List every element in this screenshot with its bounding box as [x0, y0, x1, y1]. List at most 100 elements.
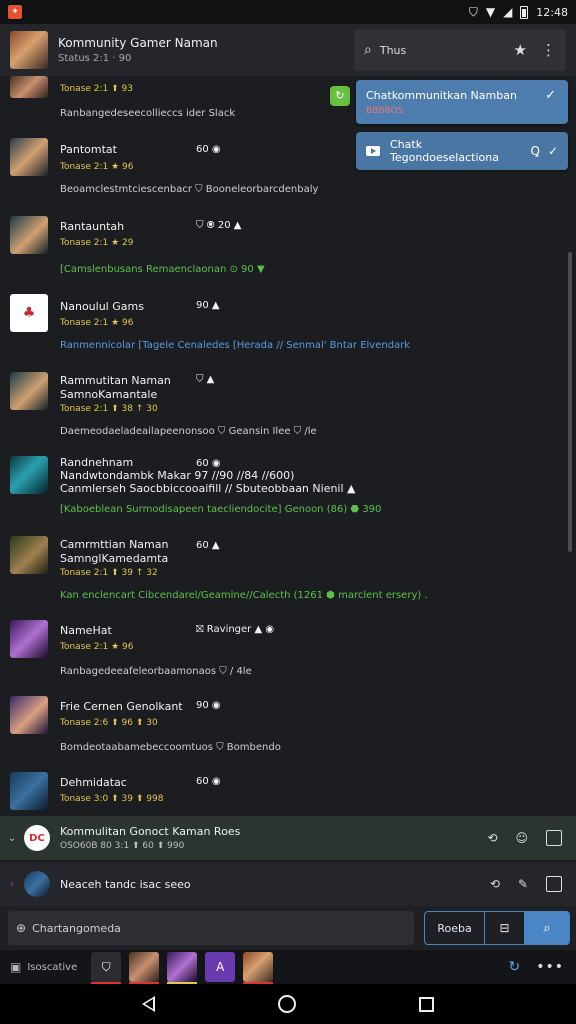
taskbar-label: Isoscative: [27, 961, 78, 973]
taskbar-app-avatar[interactable]: [129, 952, 160, 985]
search-icon: ⌕: [364, 42, 372, 58]
conversation-title: Kommulitan Gonoct Kaman Roes: [60, 825, 241, 838]
avatar: [10, 456, 48, 494]
header-subtitle: Status 2:1 · 90: [58, 53, 132, 64]
row-meta: Tonase 2:1 ★ 96: [60, 318, 134, 328]
header-avatar[interactable]: [10, 31, 48, 69]
row-message: Ranbangedeseecollieccs ider Slack: [60, 108, 236, 119]
action-segment: Roeba ⊟ ⌕: [424, 911, 570, 945]
conversation-row[interactable]: › Neaceh tandc isac seeo ⟲ ✎: [0, 862, 576, 906]
wifi-icon: ▼: [485, 5, 496, 19]
taskbar-app-arc[interactable]: A: [205, 952, 236, 982]
avatar: [10, 696, 48, 734]
row-stat: ⛉ ⦿ 20 ▲: [196, 220, 242, 231]
row-meta: Tonase 2:1 ⬆ 39 ↑ 32: [60, 568, 158, 578]
row-meta: Tonase 3:0 ⬆ 39 ⬆ 998: [60, 794, 164, 804]
status-green-icon[interactable]: ↻: [330, 86, 350, 106]
more-vert-icon[interactable]: ⋮: [541, 41, 556, 59]
chevron-down-icon[interactable]: ⌄: [0, 833, 24, 844]
row-name: Dehmidatac: [60, 776, 127, 789]
app-window: ✦ ⛉ ▼ ◢ 12:48 Kommunity Gamer Naman Stat…: [0, 0, 576, 1024]
scrollbar[interactable]: [568, 252, 572, 552]
reply-icon[interactable]: ⟲: [490, 877, 500, 891]
row-meta: Tonase 2:1 ★ 96: [60, 642, 134, 652]
avatar: [10, 620, 48, 658]
row-stat: ⛝ Ravinger ▲ ◉: [196, 624, 275, 635]
reply-icon[interactable]: ⟲: [487, 831, 497, 845]
list-item[interactable]: Randnehnam Nandwtondambk Makar 97 //90 /…: [0, 452, 576, 532]
header-title: Kommunity Gamer Naman: [58, 36, 218, 50]
row-name: Rantauntah: [60, 220, 125, 233]
segment-label-button[interactable]: Roeba: [425, 912, 485, 944]
status-bar: ✦ ⛉ ▼ ◢ 12:48: [0, 0, 576, 24]
chevron-right-icon[interactable]: ›: [0, 879, 24, 890]
emoji-icon[interactable]: ☺: [515, 831, 528, 845]
back-icon[interactable]: [141, 996, 155, 1012]
row-name: Camrmttian Naman SamnglKamedamta: [60, 538, 169, 565]
composer: ⊕ Chartangomeda Roeba ⊟ ⌕: [0, 906, 576, 950]
row-meta: Tonase 2:1 ★ 29: [60, 238, 134, 248]
row-message: Beoamclestmtciescenbacr ⛉ Booneleorbarcd…: [60, 184, 319, 195]
avatar: [10, 772, 48, 810]
list-item[interactable]: ♣ Nanoulul Gams 90 ▲ Tonase 2:1 ★ 96 Ran…: [0, 292, 576, 370]
taskbar-app-game[interactable]: [167, 952, 198, 985]
window-list-icon[interactable]: ▣: [10, 960, 21, 974]
row-meta: Tonase 2:1 ⬆ 93: [60, 84, 133, 94]
list-item[interactable]: Rantauntah ⛉ ⦿ 20 ▲ Tonase 2:1 ★ 29 [Cam…: [0, 212, 576, 292]
more-horiz-icon[interactable]: •••: [536, 959, 564, 975]
recents-icon[interactable]: [419, 996, 435, 1012]
row-message: [Camslenbusans Remaenclaonan ⊙ 90 ▼: [60, 264, 265, 275]
search-box[interactable]: ⌕ Thus ★ ⋮: [354, 29, 566, 71]
signal-icon: ◢: [503, 5, 513, 19]
attach-icon[interactable]: ⊟: [485, 912, 525, 944]
row-meta: Tonase 2:1 ⬆ 38 ↑ 30: [60, 404, 158, 414]
row-stat: 90 ▲: [196, 300, 220, 311]
row-message: Ranbagedeeafeleorbaamonaos ⛉ / 4le: [60, 666, 252, 677]
edit-icon[interactable]: ✎: [518, 877, 528, 891]
row-stat: 90 ◉: [196, 700, 221, 711]
search-query[interactable]: Thus: [380, 44, 500, 57]
navigation-bar: [0, 984, 576, 1024]
popup-title: Chatk Tegondoeselactiona: [390, 138, 499, 164]
check-icon[interactable]: ✓: [545, 88, 556, 103]
row-name: Rammutitan Naman SamnoKamantale: [60, 374, 171, 401]
window-icon[interactable]: [546, 876, 562, 892]
sync-icon[interactable]: ↻: [508, 959, 520, 975]
row-name: Frie Cernen Genolkant: [60, 700, 183, 713]
message-list: Tonase 2:1 ⬆ 93 Ranbangedeseecollieccs i…: [0, 76, 576, 816]
pin-icon[interactable]: Ꝗ: [530, 144, 539, 158]
row-message: Ranmennicolar [Tagele Cenaledes [Herada …: [60, 340, 411, 351]
message-input[interactable]: ⊕ Chartangomeda: [8, 911, 414, 945]
row-stat: 60 ◉: [196, 458, 221, 469]
add-icon[interactable]: ⊕: [16, 921, 26, 935]
row-message: Bomdeotaabamebeccoomtuos ⛉ Bombendo: [60, 742, 281, 753]
list-item[interactable]: Dehmidatac 60 ◉ Tonase 3:0 ⬆ 39 ⬆ 998: [0, 772, 576, 816]
row-name: Nanoulul Gams: [60, 300, 144, 313]
conversation-row-active[interactable]: ⌄ DC Kommulitan Gonoct Kaman Roes OSO60B…: [0, 816, 576, 860]
row-stat: ⛉ ▲: [196, 374, 215, 385]
row-stat: 60 ◉: [196, 776, 221, 787]
popup-item-1[interactable]: Chatkommunitkan Namban BBBBOS ✓: [356, 80, 568, 124]
battery-icon: [520, 5, 529, 19]
status-time: 12:48: [536, 5, 568, 19]
window-icon[interactable]: [546, 830, 562, 846]
conversation-title: Neaceh tandc isac seeo: [60, 877, 191, 891]
message-placeholder: Chartangomeda: [32, 921, 121, 935]
app-notification-icon: ✦: [8, 5, 22, 19]
taskbar-app-game2[interactable]: [243, 952, 274, 985]
list-item[interactable]: Frie Cernen Genolkant 90 ◉ Tonase 2:6 ⬆ …: [0, 694, 576, 772]
row-stat: 60 ◉: [196, 144, 221, 155]
popup-item-2[interactable]: Chatk Tegondoeselactiona Ꝗ ✓: [356, 132, 568, 170]
check-icon[interactable]: ✓: [548, 144, 558, 158]
avatar: [10, 138, 48, 176]
avatar: [10, 216, 48, 254]
list-item[interactable]: NameHat ⛝ Ravinger ▲ ◉ Tonase 2:1 ★ 96 R…: [0, 618, 576, 694]
taskbar-app-shield[interactable]: ⛉: [91, 952, 122, 985]
home-icon[interactable]: [277, 995, 296, 1013]
avatar: [10, 536, 48, 574]
avatar: [24, 871, 50, 897]
search-send-icon[interactable]: ⌕: [525, 912, 569, 944]
star-icon[interactable]: ★: [514, 41, 527, 59]
list-item[interactable]: Rammutitan Naman SamnoKamantale ⛉ ▲ Tona…: [0, 370, 576, 452]
list-item[interactable]: Camrmttian Naman SamnglKamedamta 60 ▲ To…: [0, 532, 576, 618]
